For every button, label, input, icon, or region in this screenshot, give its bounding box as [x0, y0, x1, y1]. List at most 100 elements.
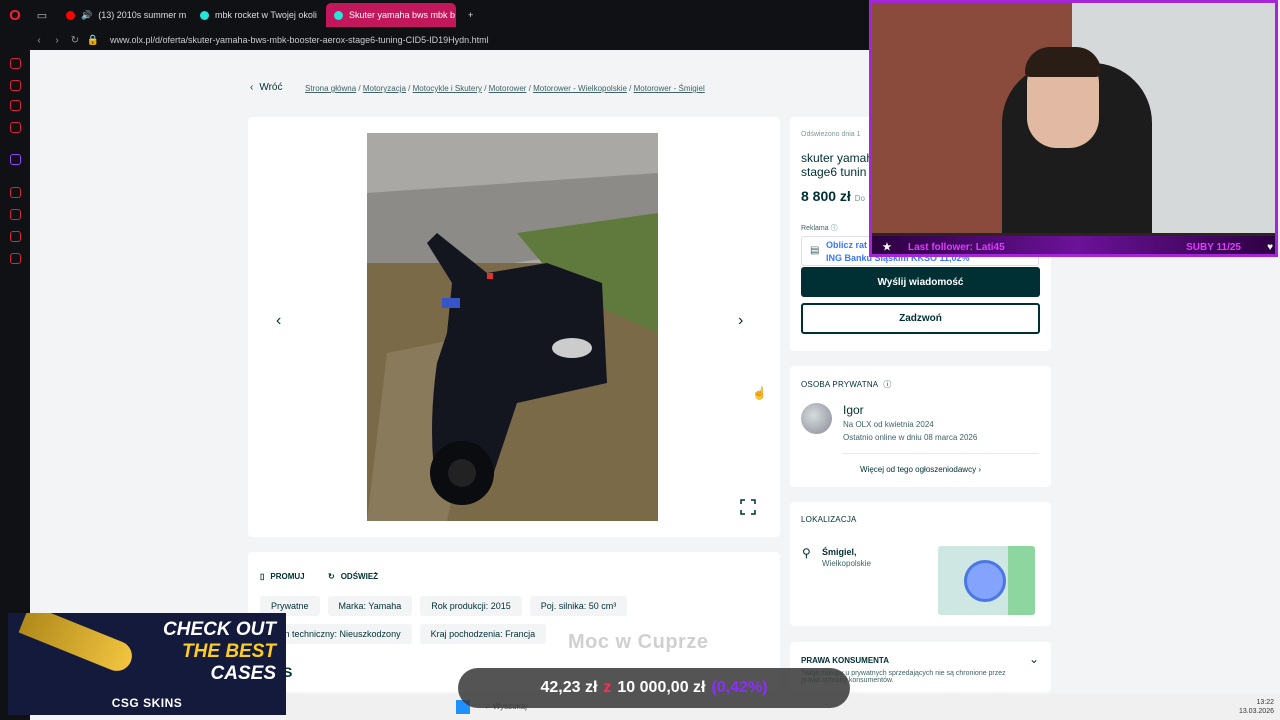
sidebar-icon-3[interactable] [10, 100, 21, 111]
lock-icon: 🔒 [86, 34, 100, 46]
clock-time: 13:22 [1256, 699, 1274, 706]
promote-button[interactable]: ▯ PROMUJ [260, 572, 305, 581]
goal-of: z [603, 679, 612, 696]
send-message-button[interactable]: Wyślij wiadomość [801, 267, 1040, 297]
seller-heading-text: OSOBA PRYWATNA [801, 380, 879, 389]
goal-current: 42,23 zł [540, 679, 598, 696]
streamer-hair [1025, 47, 1101, 77]
refresh-button[interactable]: ↻ ODŚWIEŻ [328, 572, 378, 581]
tab-label: (13) 2010s summer m [98, 10, 187, 20]
region: Wielkopolskie [822, 559, 871, 568]
map-area-marker [964, 560, 1006, 602]
chevron-left-icon: ‹ [250, 82, 254, 93]
donation-goal: 42,23 zł z 10 000,00 zł (0,42%) [458, 668, 850, 708]
heart-icon: ♥ [1267, 241, 1273, 253]
consumer-heading: PRAWA KONSUMENTA [801, 656, 889, 665]
knife-graphic [18, 613, 137, 676]
hand-cursor-icon: ☝ [752, 386, 767, 400]
bookmark-icon: ▯ [260, 572, 265, 581]
chevron-down-icon[interactable]: ⌄ [1029, 652, 1039, 666]
sidebar-icon-1[interactable] [10, 58, 21, 69]
tab-label: mbk rocket w Twojej okoli [215, 10, 317, 20]
olx-icon [334, 10, 343, 20]
chevron-right-icon[interactable]: › [738, 312, 743, 330]
speaker-icon: 🔊 [81, 9, 93, 20]
tag: Marka: Yamaha [327, 596, 413, 616]
location-pin-icon: ⚲ [802, 546, 811, 560]
promo-line: CHECK OUT [163, 619, 276, 640]
map-road [1008, 546, 1035, 615]
sidebar-icon-4[interactable] [10, 122, 21, 133]
fullscreen-icon[interactable] [740, 499, 756, 515]
sidebar-icon-7[interactable] [10, 209, 21, 220]
promo-line: THE BEST [182, 641, 276, 662]
csgskins-promo: CHECK OUT THE BEST CASES CSG SKINS [8, 613, 286, 715]
back-arrow-icon[interactable]: ‹ [30, 35, 48, 46]
price-value: 8 800 zł [801, 188, 851, 204]
star-icon: ★ [882, 241, 892, 253]
more-from-seller-label: Więcej od tego ogłoszeniodawcy [860, 465, 977, 474]
breadcrumb-item[interactable]: Motorower - Śmigiel [634, 84, 705, 93]
price: 8 800 zł Do [801, 188, 865, 204]
seller-since: Na OLX od kwietnia 2024 [843, 420, 934, 429]
tab-olx-search[interactable]: mbk rocket w Twojej okoli [192, 3, 322, 27]
settings-icon[interactable] [10, 253, 21, 264]
ad-label-text: Reklama [801, 225, 829, 232]
call-button[interactable]: Zadzwoń [801, 303, 1040, 334]
url-field[interactable]: www.olx.pl/d/oferta/skuter-yamaha-bws-mb… [110, 35, 489, 45]
refreshed-date: Odświeżono dnia 1 [801, 131, 861, 138]
address-bar: ‹ › ↻ 🔒 www.olx.pl/d/oferta/skuter-yamah… [0, 30, 870, 50]
chevron-left-icon[interactable]: ‹ [276, 312, 281, 330]
sidebar-icon-8[interactable] [10, 231, 21, 242]
song-overlay: Moc w Cuprze [568, 631, 709, 653]
map-thumbnail[interactable] [938, 546, 1035, 615]
tab-overview-icon[interactable]: ▭ [30, 9, 54, 22]
seller-name: Igor [843, 403, 864, 417]
location-heading: LOKALIZACJA [801, 515, 857, 524]
chevron-right-icon: › [978, 465, 981, 474]
goal-target: 10 000,00 zł [617, 679, 706, 696]
sidebar-icon-6[interactable] [10, 187, 21, 198]
system-clock[interactable]: 13:22 13.03.2026 [1239, 698, 1274, 716]
listing-photo[interactable] [367, 133, 658, 521]
back-link[interactable]: ‹ Wróć [250, 82, 283, 93]
back-label: Wróć [259, 82, 283, 93]
clock-date: 13.03.2026 [1238, 708, 1274, 715]
breadcrumb: Strona główna / Motoryzacja / Motocykle … [305, 84, 705, 93]
webcam-overlay: ★ Last follower: Lati45 SUBY 11/25 ♥ [869, 0, 1278, 257]
promote-label: PROMUJ [270, 572, 305, 581]
seller-last-online: Ostatnio online w dniu 08 marca 2026 [843, 433, 978, 442]
seller-heading: OSOBA PRYWATNA ⓘ [801, 379, 892, 390]
refresh-icon: ↻ [328, 572, 335, 581]
breadcrumb-item[interactable]: Strona główna [305, 84, 356, 93]
breadcrumb-item[interactable]: Motoryzacja [363, 84, 406, 93]
breadcrumb-item[interactable]: Motorower - Wielkopolskie [533, 84, 627, 93]
price-suffix: Do [854, 194, 865, 203]
new-tab-button[interactable]: + [460, 3, 481, 27]
tab-olx-listing[interactable]: Skuter yamaha bws mbk b [326, 3, 456, 27]
seller-card: OSOBA PRYWATNA ⓘ Igor Na OLX od kwietnia… [790, 366, 1051, 487]
goal-percent: (0,42%) [711, 679, 768, 696]
promo-brand: CSG SKINS [111, 696, 183, 710]
avatar [801, 403, 832, 434]
info-icon[interactable]: ⓘ [883, 379, 891, 390]
youtube-icon [66, 10, 75, 20]
ad-label: Reklama ⓘ [801, 225, 838, 232]
tag: Kraj pochodzenia: Francja [419, 624, 547, 644]
calculator-icon: ▤ [810, 245, 820, 256]
reload-icon[interactable]: ↻ [66, 35, 84, 46]
forward-arrow-icon[interactable]: › [48, 35, 66, 46]
refresh-label: ODŚWIEŻ [340, 572, 379, 581]
tag: Poj. silnika: 50 cm³ [529, 596, 628, 616]
tag: Rok produkcji: 2015 [420, 596, 522, 616]
divider [843, 453, 1039, 454]
breadcrumb-item[interactable]: Motocykle i Skutery [413, 84, 482, 93]
sidebar-icon-2[interactable] [10, 80, 21, 91]
tab-youtube[interactable]: 🔊 (13) 2010s summer m [58, 3, 188, 27]
twitch-icon[interactable] [10, 154, 21, 165]
breadcrumb-item[interactable]: Motorower [489, 84, 527, 93]
opera-logo-icon[interactable]: O [0, 0, 30, 30]
more-from-seller-link[interactable]: Więcej od tego ogłoszeniodawcy › [790, 465, 1051, 474]
photo-gallery: ‹ › [248, 117, 780, 537]
location-card: LOKALIZACJA ⚲ Śmigiel, Wielkopolskie [790, 502, 1051, 626]
